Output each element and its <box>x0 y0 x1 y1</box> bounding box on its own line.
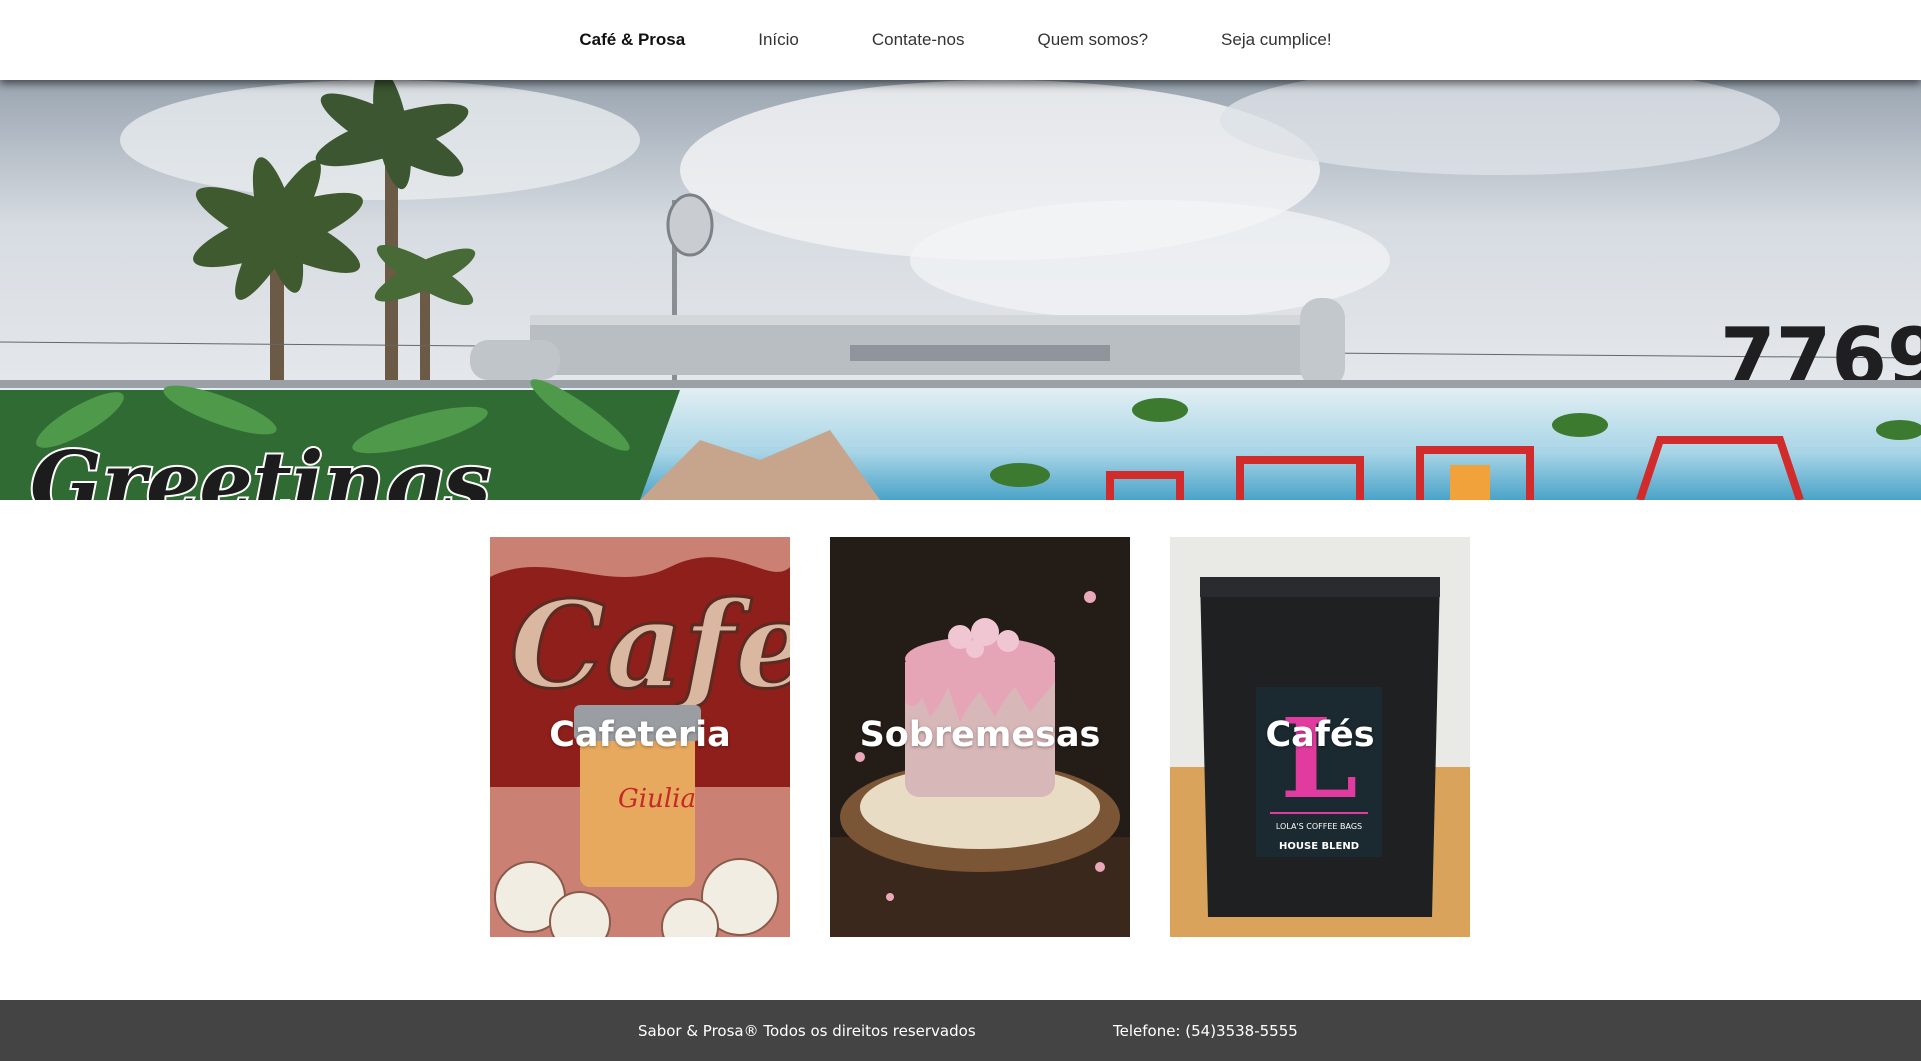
footer-phone: Telefone: (54)3538-5555 <box>1113 1022 1298 1040</box>
bag-logo-letter: L <box>1280 694 1357 823</box>
card-label-sobremesas: Sobremesas <box>859 715 1101 755</box>
card-cafes[interactable]: L LOLA'S COFFEE BAGS HOUSE BLEND Cafés <box>1170 537 1470 937</box>
card-label-cafeteria: Cafeteria <box>549 715 731 755</box>
hero-photo-illustration: 7769 Greetings <box>0 80 1921 500</box>
bag-brand-text: LOLA'S COFFEE BAGS <box>1276 822 1362 831</box>
nav-link-contate-nos[interactable]: Contate-nos <box>872 30 965 50</box>
card-sobremesas[interactable]: Sobremesas <box>830 537 1130 937</box>
mural-text: Greetings <box>30 433 491 500</box>
nav-link-inicio[interactable]: Início <box>758 30 799 50</box>
category-cards: Cafe Giulia Cafeteria Sobremesas L LOLA'… <box>490 537 1471 937</box>
bag-blend-text: HOUSE BLEND <box>1279 841 1359 852</box>
brand-link[interactable]: Café & Prosa <box>579 30 685 50</box>
hero-banner-image: 7769 Greetings <box>0 80 1921 500</box>
cup-brand-text: Giulia <box>618 784 696 814</box>
nav-link-seja-cumplice[interactable]: Seja cumplice! <box>1221 30 1332 50</box>
svg-text:Cafe: Cafe <box>510 575 790 716</box>
footer-copyright: Sabor & Prosa® Todos os direitos reserva… <box>638 1022 976 1040</box>
main-nav: Café & Prosa Início Contate-nos Quem som… <box>579 30 1331 50</box>
nav-link-quem-somos[interactable]: Quem somos? <box>1037 30 1148 50</box>
top-navbar: Café & Prosa Início Contate-nos Quem som… <box>0 0 1921 80</box>
footer: Sabor & Prosa® Todos os direitos reserva… <box>0 1000 1921 1061</box>
card-cafeteria[interactable]: Cafe Giulia Cafeteria <box>490 537 790 937</box>
card-label-cafes: Cafés <box>1265 715 1375 755</box>
